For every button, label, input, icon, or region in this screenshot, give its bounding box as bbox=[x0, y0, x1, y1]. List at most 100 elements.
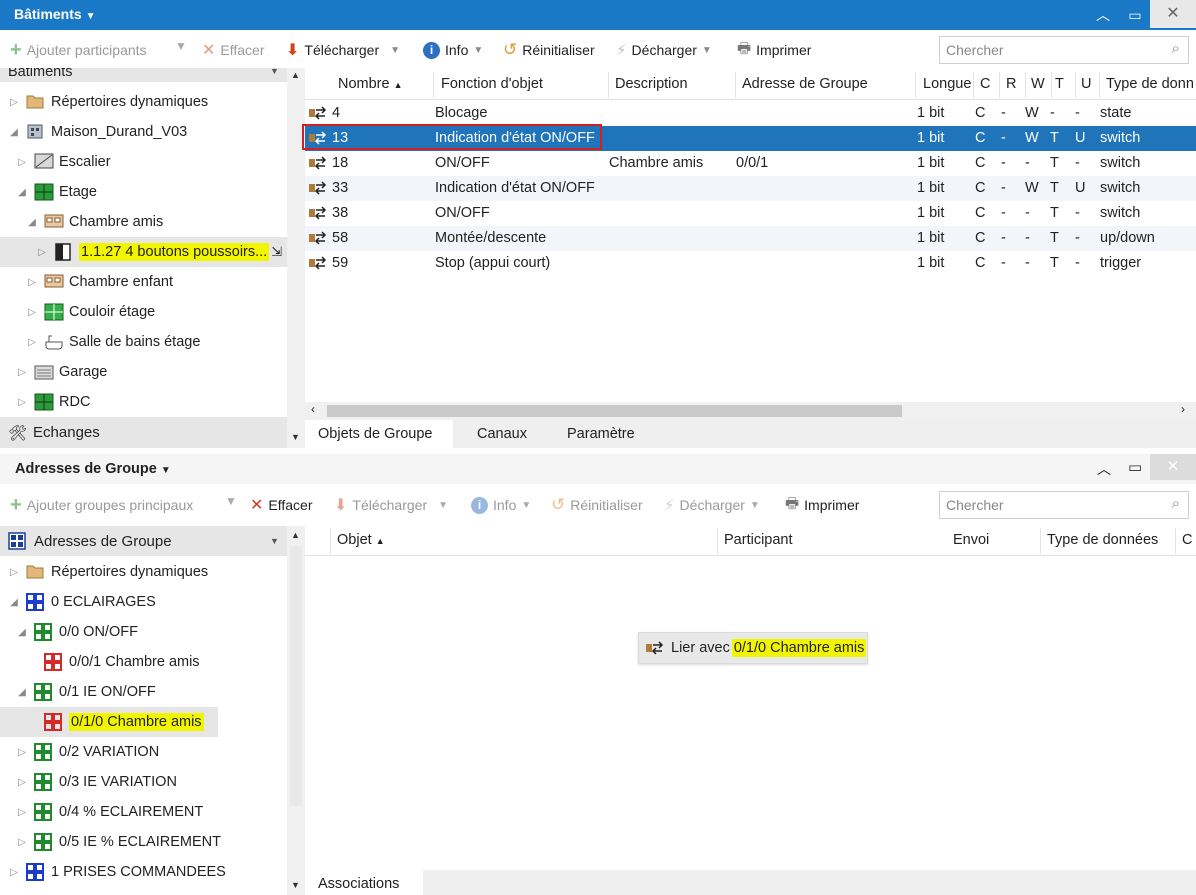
close-icon[interactable]: ✕ bbox=[1150, 454, 1196, 480]
expand-arrow-icon[interactable]: ▷ bbox=[8, 567, 20, 578]
tree-item-middle-group-ie-onoff[interactable]: ◢ 0/1 IE ON/OFF bbox=[0, 677, 287, 707]
dropdown-arrow-icon[interactable]: ▼ bbox=[175, 39, 187, 53]
col-divider[interactable] bbox=[973, 72, 974, 98]
search-input[interactable]: Chercher ⌕ bbox=[939, 36, 1189, 64]
close-icon[interactable]: ✕ bbox=[1150, 0, 1196, 28]
col-divider[interactable] bbox=[433, 72, 434, 98]
expand-arrow-icon[interactable]: ▷ bbox=[26, 337, 38, 348]
window-title[interactable]: Adresses de Groupe ▼ bbox=[15, 461, 171, 477]
grid-horizontal-scrollbar[interactable]: ‹ › bbox=[305, 402, 1196, 420]
col-r[interactable]: R bbox=[1006, 76, 1016, 92]
window-title[interactable]: Bâtiments ▼ bbox=[14, 6, 95, 22]
col-divider[interactable] bbox=[717, 528, 718, 554]
tab-associations[interactable]: Associations bbox=[305, 870, 423, 895]
table-row[interactable]: 38 ON/OFF 1 bit C - - T - switch bbox=[305, 201, 1196, 226]
table-row[interactable]: 58 Montée/descente 1 bit C - - T - up/down bbox=[305, 226, 1196, 251]
scroll-down-icon[interactable]: ▼ bbox=[291, 432, 300, 442]
col-divider[interactable] bbox=[1099, 72, 1100, 98]
scroll-thumb[interactable] bbox=[290, 546, 302, 806]
expand-arrow-icon[interactable]: ▷ bbox=[36, 247, 48, 258]
collapse-arrow-icon[interactable]: ◢ bbox=[16, 627, 28, 638]
maximize-icon[interactable]: ▭ bbox=[1124, 4, 1146, 26]
col-divider[interactable] bbox=[608, 72, 609, 98]
col-t[interactable]: T bbox=[1055, 76, 1064, 92]
scroll-up-icon[interactable]: ▲ bbox=[291, 70, 300, 80]
col-function[interactable]: Fonction d'objet bbox=[441, 76, 543, 92]
scroll-down-icon[interactable]: ▼ bbox=[291, 880, 300, 890]
add-participants-button[interactable]: + Ajouter participants bbox=[10, 39, 147, 61]
tree-header[interactable]: Bâtiments ▼ bbox=[0, 68, 287, 82]
col-divider[interactable] bbox=[330, 528, 331, 554]
tree-item-child-room[interactable]: ▷ Chambre enfant bbox=[0, 267, 287, 297]
col-divider[interactable] bbox=[1040, 528, 1041, 554]
add-main-groups-button[interactable]: + Ajouter groupes principaux bbox=[10, 494, 193, 516]
scroll-right-icon[interactable]: › bbox=[1181, 402, 1185, 416]
tree-scrollbar[interactable]: ▲ ▼ bbox=[287, 526, 305, 895]
col-object[interactable]: Objet ▲ bbox=[337, 532, 385, 548]
col-divider[interactable] bbox=[1075, 72, 1076, 98]
col-number[interactable]: Nombre ▲ bbox=[338, 76, 403, 92]
col-u[interactable]: U bbox=[1081, 76, 1091, 92]
col-divider[interactable] bbox=[735, 72, 736, 98]
col-participant[interactable]: Participant bbox=[724, 532, 793, 548]
expand-arrow-icon[interactable]: ▷ bbox=[16, 367, 28, 378]
tree-item-stairs[interactable]: ▷ Escalier bbox=[0, 147, 287, 177]
upload-button[interactable]: ⬇ Télécharger ▼ bbox=[334, 494, 448, 516]
col-divider[interactable] bbox=[999, 72, 1000, 98]
info-button[interactable]: i Info ▼ bbox=[423, 39, 483, 61]
chevron-down-icon[interactable]: ▼ bbox=[270, 68, 279, 76]
reset-button[interactable]: ↺ Réinitialiser bbox=[503, 39, 595, 61]
delete-button[interactable]: ✕ Effacer bbox=[250, 494, 313, 516]
col-divider[interactable] bbox=[1025, 72, 1026, 98]
print-button[interactable]: 🖶 Imprimer bbox=[737, 39, 811, 61]
scroll-left-icon[interactable]: ‹ bbox=[311, 402, 315, 416]
maximize-icon[interactable]: ▭ bbox=[1128, 458, 1142, 476]
tree-item-building[interactable]: ◢ Maison_Durand_V03 bbox=[0, 117, 287, 147]
col-description[interactable]: Description bbox=[615, 76, 688, 92]
expand-arrow-icon[interactable]: ▷ bbox=[26, 307, 38, 318]
collapse-arrow-icon[interactable]: ◢ bbox=[26, 217, 38, 228]
table-row[interactable]: 4 Blocage 1 bit C - W - - state bbox=[305, 101, 1196, 126]
tree-item-bathroom[interactable]: ▷ Salle de bains étage bbox=[0, 327, 287, 357]
exchanges-header[interactable]: 🛠 Echanges bbox=[0, 417, 287, 448]
unload-button[interactable]: ⚡ Décharger ▼ bbox=[664, 494, 760, 516]
col-w[interactable]: W bbox=[1031, 76, 1045, 92]
table-row[interactable]: 18 ON/OFF Chambre amis 0/0/1 1 bit C - - T - switc… bbox=[305, 151, 1196, 176]
tab-group-objects[interactable]: Objets de Groupe bbox=[305, 420, 453, 448]
col-send[interactable]: Envoi bbox=[953, 532, 989, 548]
tree-item-ground-floor[interactable]: ▷ RDC bbox=[0, 387, 287, 417]
tree-item-group-address-010[interactable]: 0/1/0 Chambre amis bbox=[0, 707, 218, 737]
collapse-icon[interactable]: ︿ bbox=[1092, 4, 1114, 26]
col-data-type[interactable]: Type de données bbox=[1047, 532, 1158, 548]
tree-item-main-group-outlets[interactable]: ▷ 1 PRISES COMMANDEES bbox=[0, 857, 287, 887]
tree-item-middle-group-ie-variation[interactable]: ▷ 0/3 IE VARIATION bbox=[0, 767, 287, 797]
tab-channels[interactable]: Canaux bbox=[477, 426, 527, 442]
col-divider[interactable] bbox=[1175, 528, 1176, 554]
reset-button[interactable]: ↺ Réinitialiser bbox=[551, 494, 643, 516]
scroll-up-icon[interactable]: ▲ bbox=[291, 530, 300, 540]
expand-arrow-icon[interactable]: ▷ bbox=[26, 277, 38, 288]
collapse-arrow-icon[interactable]: ◢ bbox=[8, 127, 20, 138]
expand-arrow-icon[interactable]: ▷ bbox=[16, 807, 28, 818]
col-c[interactable]: C bbox=[980, 76, 990, 92]
tree-item-hallway[interactable]: ▷ Couloir étage bbox=[0, 297, 287, 327]
expand-arrow-icon[interactable]: ▷ bbox=[16, 837, 28, 848]
tree-item-middle-group-onoff[interactable]: ◢ 0/0 ON/OFF bbox=[0, 617, 287, 647]
expand-arrow-icon[interactable]: ▷ bbox=[16, 157, 28, 168]
tab-parameters[interactable]: Paramètre bbox=[567, 426, 635, 442]
expand-arrow-icon[interactable]: ▷ bbox=[16, 397, 28, 408]
print-button[interactable]: 🖶 Imprimer bbox=[785, 494, 859, 516]
tree-item-middle-group-illuminance[interactable]: ▷ 0/4 % ECLAIREMENT bbox=[0, 797, 287, 827]
collapse-arrow-icon[interactable]: ◢ bbox=[16, 187, 28, 198]
col-group-address[interactable]: Adresse de Groupe bbox=[742, 76, 868, 92]
collapse-icon[interactable]: ︿ bbox=[1097, 459, 1111, 479]
col-divider[interactable] bbox=[915, 72, 916, 98]
tree-item-guest-room[interactable]: ◢ Chambre amis bbox=[0, 207, 287, 237]
table-row[interactable]: 59 Stop (appui court) 1 bit C - - T - trigger bbox=[305, 251, 1196, 276]
scroll-thumb[interactable] bbox=[327, 405, 902, 417]
tree-item-device-pushbuttons[interactable]: ▷ 1.1.27 4 boutons poussoirs... ⇲ bbox=[0, 237, 287, 267]
search-input[interactable]: Chercher ⌕ bbox=[939, 491, 1189, 519]
tree-item-middle-group-variation[interactable]: ▷ 0/2 VARIATION bbox=[0, 737, 287, 767]
col-length[interactable]: Longue bbox=[923, 76, 971, 92]
chevron-down-icon[interactable]: ▼ bbox=[270, 536, 279, 546]
